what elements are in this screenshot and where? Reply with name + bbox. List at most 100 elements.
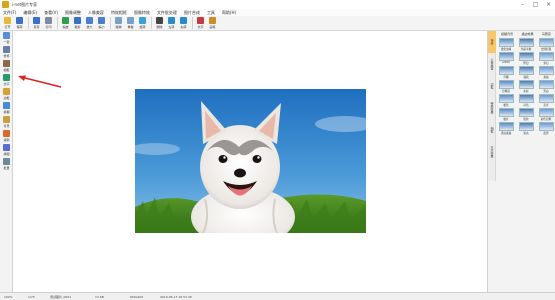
effect-thumbnail xyxy=(498,122,514,131)
effect-item[interactable]: 彩色铅笔 xyxy=(537,108,555,121)
effect-item[interactable]: 铅笔画 xyxy=(497,80,515,93)
effect-thumbnail xyxy=(498,94,514,103)
effect-item[interactable]: 素描 xyxy=(537,66,555,79)
effect-thumbnail xyxy=(538,94,554,103)
toolbar-button-resize[interactable]: 缩放 xyxy=(60,17,71,30)
effects-header-outline[interactable]: 描边效果 xyxy=(521,32,533,36)
rotate-left-icon xyxy=(168,17,175,24)
minimize-icon[interactable]: – xyxy=(519,1,526,8)
delete-icon xyxy=(156,17,163,24)
effect-item[interactable]: 胶片 xyxy=(497,108,515,121)
effect-item[interactable]: 浮雕 xyxy=(497,66,515,79)
undo-icon xyxy=(115,17,122,24)
toolbar-button-save-as[interactable]: 另存 xyxy=(31,17,42,30)
left-tool-collage[interactable]: 拼图 xyxy=(0,143,13,157)
toolbar-button-label: 放大 xyxy=(86,25,93,29)
menu-tools[interactable]: 工具 xyxy=(207,10,215,16)
effect-item[interactable]: 冷色 xyxy=(517,94,535,107)
toolbar-button-rotate[interactable]: 旋转 xyxy=(137,17,148,30)
effects-tab[interactable]: 边框 xyxy=(488,75,496,97)
effect-thumbnail xyxy=(518,108,534,117)
toolbar-button-delete[interactable]: 删除 xyxy=(154,17,165,30)
menu-compose[interactable]: 图片合成 xyxy=(184,10,200,16)
left-tool-doodle[interactable]: 涂鸦 xyxy=(0,129,13,143)
toolbar-button-save[interactable]: 保存 xyxy=(14,17,25,30)
toolbar-button-print[interactable]: 打印 xyxy=(43,17,54,30)
effect-item[interactable]: 色彩平衡 xyxy=(517,38,535,51)
left-tool-frame[interactable]: 相框 xyxy=(0,59,13,73)
left-tool-batch[interactable]: 批量 xyxy=(0,157,13,171)
effect-thumbnail xyxy=(538,122,554,131)
effects-tab[interactable]: 相框 xyxy=(488,119,496,141)
menu-beauty[interactable]: 人像美容 xyxy=(88,10,104,16)
effect-label: 胶片 xyxy=(503,118,509,121)
close-icon[interactable]: × xyxy=(545,1,552,8)
toolbar-button-redo[interactable]: 重做 xyxy=(125,17,136,30)
menu-view[interactable]: 查看(V) xyxy=(44,10,58,16)
effects-header-mosaic[interactable]: 马赛克 xyxy=(542,32,551,36)
effects-tab[interactable]: 特殊效果 xyxy=(488,97,496,119)
effect-item[interactable]: LOMO xyxy=(497,52,515,65)
effect-thumbnail xyxy=(498,52,514,61)
toolbar-button-label: 文字 xyxy=(197,25,204,29)
menu-frame[interactable]: 特效相框 xyxy=(111,10,127,16)
effects-tab[interactable]: 人像美容 xyxy=(488,53,496,75)
effect-item[interactable]: 梦幻 xyxy=(537,52,555,65)
left-tool-blur[interactable]: 模糊 xyxy=(0,101,13,115)
effect-item[interactable]: 水彩 xyxy=(517,80,535,93)
effect-item[interactable]: 暖色 xyxy=(497,94,515,107)
image-canvas[interactable] xyxy=(14,31,486,292)
effect-item[interactable]: 复古 xyxy=(517,122,535,135)
menu-effects[interactable]: 图像特效 xyxy=(134,10,150,16)
left-tool-text-tool[interactable]: 文字 xyxy=(0,73,13,87)
effect-item[interactable]: 黑白素描 xyxy=(497,122,515,135)
toolbar-button-rotate-left[interactable]: 左转 xyxy=(166,17,177,30)
effect-item[interactable]: 油画 xyxy=(517,66,535,79)
effect-item[interactable]: 柔化边缘 xyxy=(497,38,515,51)
left-tool-label: 拼图 xyxy=(3,152,10,156)
toolbar-button-label: 重做 xyxy=(127,25,134,29)
effects-header-blur[interactable]: 模糊背景 xyxy=(501,32,513,36)
toolbar-button-undo[interactable]: 撤销 xyxy=(113,17,124,30)
left-tool-border[interactable]: 边框 xyxy=(0,87,13,101)
effect-label: 铅笔画 xyxy=(502,90,510,93)
window-title: i-net图片专家 xyxy=(12,1,38,7)
menu-adjust[interactable]: 图像调整 xyxy=(65,10,81,16)
maximize-icon[interactable]: □ xyxy=(532,1,539,8)
toolbar-button-rotate-right[interactable]: 右转 xyxy=(178,17,189,30)
toolbar-separator xyxy=(151,17,152,29)
retouch-icon xyxy=(3,46,10,53)
effect-item[interactable]: 夜景 xyxy=(537,122,555,135)
effect-label: 暖色 xyxy=(503,104,509,107)
left-tool-label: 边框 xyxy=(3,96,10,100)
menu-batch[interactable]: 文件批处理 xyxy=(157,10,177,16)
redo-icon xyxy=(127,17,134,24)
effect-item[interactable]: 去除红眼 xyxy=(537,38,555,51)
effects-tab[interactable]: 艺术效果 xyxy=(488,141,496,163)
toolbar-button-open[interactable]: 打开 xyxy=(2,17,13,30)
toolbar-button-crop[interactable]: 裁剪 xyxy=(72,17,83,30)
effect-item[interactable]: 锐化 xyxy=(517,108,535,121)
effect-label: 素描 xyxy=(543,76,549,79)
toolbar-button-zoom-in[interactable]: 放大 xyxy=(84,17,95,30)
toolbar-button-brush[interactable]: 画笔 xyxy=(207,17,218,30)
menu-file[interactable]: 文件(F) xyxy=(3,10,16,16)
effects-tab[interactable]: 特效 xyxy=(488,31,496,53)
effect-label: 水彩 xyxy=(523,90,529,93)
toolbar-button-text[interactable]: 文字 xyxy=(195,17,206,30)
effect-item[interactable]: 高光 xyxy=(537,94,555,107)
status-datetime: 2019-05-17 10:51:45 xyxy=(160,295,192,299)
collage-icon xyxy=(3,144,10,151)
left-tool-background[interactable]: 背景 xyxy=(0,115,13,129)
toolbar-button-zoom-out[interactable]: 缩小 xyxy=(96,17,107,30)
menu-edit[interactable]: 编辑(E) xyxy=(23,10,37,16)
left-tool-panel: 一键 修饰 相框 文字边框 模糊背景 涂鸦拼图 批量 xyxy=(0,31,13,292)
left-tool-label: 背景 xyxy=(3,124,10,128)
effect-label: 复古 xyxy=(523,132,529,135)
menu-help[interactable]: 帮助(H) xyxy=(222,10,236,16)
background-icon xyxy=(3,116,10,123)
left-tool-retouch[interactable]: 修饰 xyxy=(0,45,13,59)
left-tool-auto[interactable]: 一键 xyxy=(0,31,13,45)
effect-item[interactable]: 怀旧 xyxy=(517,52,535,65)
effect-item[interactable]: 黑白 xyxy=(537,80,555,93)
